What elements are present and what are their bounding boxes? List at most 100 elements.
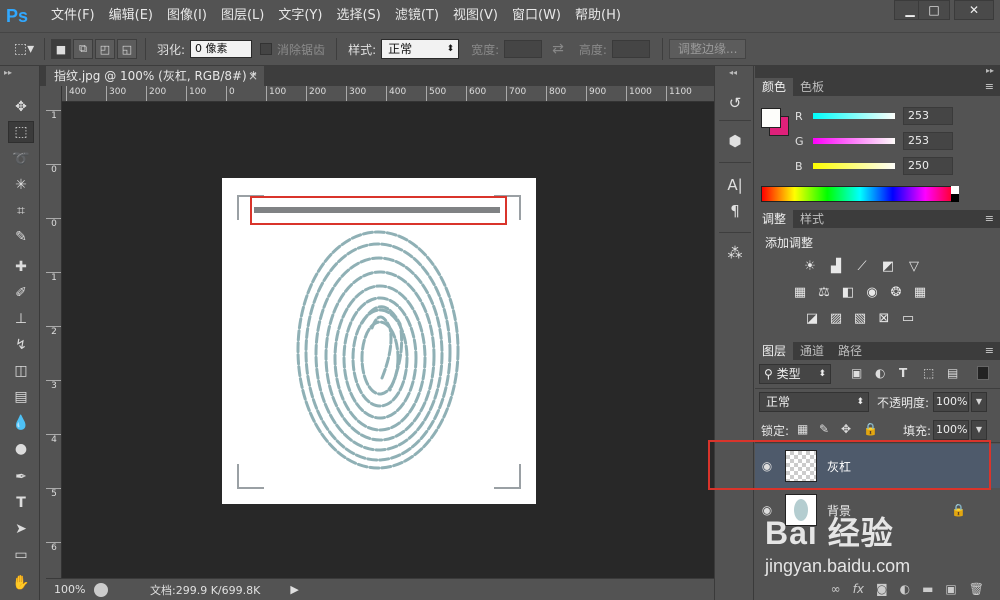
exposure-icon[interactable]: ◩ xyxy=(879,258,897,276)
canvas-area[interactable] xyxy=(62,102,714,578)
vertical-ruler[interactable]: 1 0 0 1 2 3 4 5 6 xyxy=(46,86,62,578)
new-adjustment-icon[interactable]: ◐ xyxy=(900,582,910,596)
opacity-dropdown-icon[interactable]: ▼ xyxy=(971,392,987,412)
shape-tool-icon[interactable]: ▭ xyxy=(8,544,34,566)
tab-paths[interactable]: 路径 xyxy=(831,342,869,360)
menu-file[interactable]: 文件(F) xyxy=(44,0,102,32)
height-input[interactable] xyxy=(611,40,650,58)
green-slider[interactable] xyxy=(813,138,895,144)
opacity-input[interactable]: 100% xyxy=(933,392,969,412)
panel-menu-icon[interactable]: ≡ xyxy=(985,212,994,225)
link-layers-icon[interactable]: ∞ xyxy=(831,582,841,596)
stamp-tool-icon[interactable]: ⊥ xyxy=(8,308,34,330)
zoom-level[interactable]: 100% xyxy=(46,583,86,596)
black-white-icon[interactable]: ◧ xyxy=(839,284,857,302)
refine-edge-button[interactable]: 调整边缘... xyxy=(668,39,747,59)
menu-view[interactable]: 视图(V) xyxy=(446,0,505,32)
menu-layer[interactable]: 图层(L) xyxy=(214,0,271,32)
crop-tool-icon[interactable]: ⌗ xyxy=(8,200,34,222)
dock-collapse-icon[interactable]: ◂◂ xyxy=(729,68,737,77)
tab-layers[interactable]: 图层 xyxy=(755,342,794,360)
lasso-tool-icon[interactable]: ➰ xyxy=(8,148,34,170)
selective-color-icon[interactable]: ⊠ xyxy=(875,310,893,328)
delete-layer-icon[interactable]: 🗑 xyxy=(969,582,984,596)
lock-image-icon[interactable]: ✎ xyxy=(819,422,829,436)
menu-filter[interactable]: 滤镜(T) xyxy=(388,0,446,32)
magic-wand-tool-icon[interactable]: ✳ xyxy=(8,174,34,196)
antialias-checkbox[interactable] xyxy=(260,43,273,55)
new-selection-button[interactable]: ■ xyxy=(51,39,71,59)
layer-filter-select[interactable]: ⚲ 类型 ⬍ xyxy=(759,364,831,384)
filter-pixel-icon[interactable]: ▣ xyxy=(851,366,862,380)
fill-dropdown-icon[interactable]: ▼ xyxy=(971,420,987,440)
tab-styles[interactable]: 样式 xyxy=(793,210,831,228)
tab-color[interactable]: 颜色 xyxy=(755,78,794,96)
tab-swatches[interactable]: 色板 xyxy=(793,78,831,96)
menu-image[interactable]: 图像(I) xyxy=(160,0,214,32)
foreground-swatch[interactable] xyxy=(761,108,781,128)
lock-all-icon[interactable]: 🔒 xyxy=(863,422,878,436)
filter-type-icon[interactable]: T xyxy=(899,366,907,380)
filter-smart-icon[interactable]: ▤ xyxy=(947,366,958,380)
eraser-tool-icon[interactable]: ◫ xyxy=(8,360,34,382)
filter-adjust-icon[interactable]: ◐ xyxy=(875,366,885,380)
rect-marquee-tool-icon[interactable]: ⬚ xyxy=(8,121,34,143)
character-panel-icon[interactable]: A| xyxy=(723,174,747,196)
tab-adjustments[interactable]: 调整 xyxy=(755,210,794,228)
maximize-button[interactable]: □ xyxy=(918,0,950,20)
hue-saturation-icon[interactable]: ▦ xyxy=(791,284,809,302)
intersect-selection-button[interactable]: ◱ xyxy=(117,39,137,59)
eyedropper-tool-icon[interactable]: ✎ xyxy=(8,226,34,248)
filter-toggle[interactable] xyxy=(977,366,989,380)
white-black-chip[interactable] xyxy=(951,186,959,202)
add-selection-button[interactable]: ⧉ xyxy=(73,39,93,59)
levels-icon[interactable]: ▟ xyxy=(827,258,845,276)
gradient-map-icon[interactable]: ▭ xyxy=(899,310,917,328)
status-preview-icon[interactable] xyxy=(94,582,108,597)
menu-help[interactable]: 帮助(H) xyxy=(568,0,628,32)
panel-menu-icon[interactable]: ≡ xyxy=(985,344,994,357)
menu-window[interactable]: 窗口(W) xyxy=(505,0,568,32)
3d-panel-icon[interactable]: ⬢ xyxy=(723,130,747,152)
blue-value[interactable]: 250 xyxy=(903,157,953,175)
status-menu-arrow-icon[interactable]: ▶ xyxy=(290,583,298,596)
threshold-icon[interactable]: ▧ xyxy=(851,310,869,328)
document-canvas[interactable] xyxy=(222,178,536,504)
document-tab[interactable]: 指纹.jpg @ 100% (灰杠, RGB/8#) * × xyxy=(46,66,264,86)
healing-brush-tool-icon[interactable]: ✚ xyxy=(8,256,34,278)
invert-icon[interactable]: ◪ xyxy=(803,310,821,328)
add-mask-icon[interactable]: ◙ xyxy=(876,582,888,596)
feather-input[interactable]: 0 像素 xyxy=(190,40,253,58)
panel-collapse-strip[interactable]: ▸▸ xyxy=(755,66,1000,78)
dodge-tool-icon[interactable]: ● xyxy=(8,438,34,460)
pen-tool-icon[interactable]: ✒ xyxy=(8,466,34,488)
filter-shape-icon[interactable]: ⬚ xyxy=(923,366,934,380)
path-select-tool-icon[interactable]: ➤ xyxy=(8,518,34,540)
fx-icon[interactable]: fx xyxy=(853,582,864,596)
panel-menu-icon[interactable]: ≡ xyxy=(985,80,994,93)
channel-mixer-icon[interactable]: ❂ xyxy=(887,284,905,302)
lock-transparent-icon[interactable]: ▦ xyxy=(797,422,808,436)
new-layer-icon[interactable]: ▣ xyxy=(945,582,956,596)
menu-edit[interactable]: 编辑(E) xyxy=(102,0,160,32)
vibrance-icon[interactable]: ▽ xyxy=(905,258,923,276)
marquee-preset-icon[interactable]: ⬚▾ xyxy=(10,39,38,59)
swap-icon[interactable]: ⇄ xyxy=(552,41,564,57)
new-group-icon[interactable]: ▬ xyxy=(922,582,933,596)
subtract-selection-button[interactable]: ◰ xyxy=(95,39,115,59)
move-tool-icon[interactable]: ✥ xyxy=(8,96,34,118)
curves-icon[interactable]: ⟋ xyxy=(853,258,871,276)
lock-position-icon[interactable]: ✥ xyxy=(841,422,851,436)
blend-mode-select[interactable]: 正常 ⬍ xyxy=(759,392,869,412)
blur-tool-icon[interactable]: 💧 xyxy=(8,412,34,434)
history-panel-icon[interactable]: ↺ xyxy=(723,92,747,114)
close-tab-icon[interactable]: × xyxy=(248,66,258,86)
style-select[interactable]: 正常 ⬍ xyxy=(381,39,460,59)
brightness-icon[interactable]: ☀ xyxy=(801,258,819,276)
color-balance-icon[interactable]: ⚖ xyxy=(815,284,833,302)
color-spectrum[interactable] xyxy=(761,186,959,202)
horizontal-ruler[interactable]: 400 300 200 100 0 100 200 300 400 500 600 700 800 900… xyxy=(62,86,714,102)
red-value[interactable]: 253 xyxy=(903,107,953,125)
fill-input[interactable]: 100% xyxy=(933,420,969,440)
blue-slider[interactable] xyxy=(813,163,895,169)
